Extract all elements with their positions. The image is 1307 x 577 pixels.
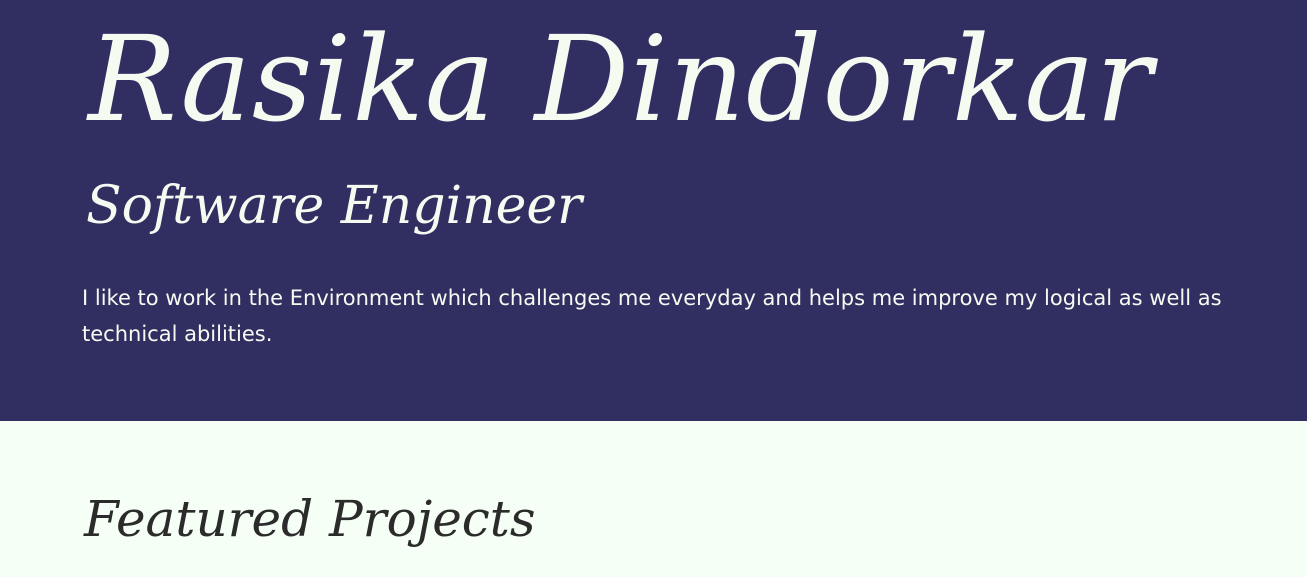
bio-text: I like to work in the Environment which … xyxy=(82,286,1222,346)
featured-projects-section: Featured Projects xyxy=(0,421,1307,577)
hero-section: Rasika Dindorkar Software Engineer I lik… xyxy=(0,0,1307,421)
section-title: Featured Projects xyxy=(84,490,536,548)
profile-name: Rasika Dindorkar xyxy=(88,10,1154,148)
job-title: Software Engineer xyxy=(86,176,583,236)
